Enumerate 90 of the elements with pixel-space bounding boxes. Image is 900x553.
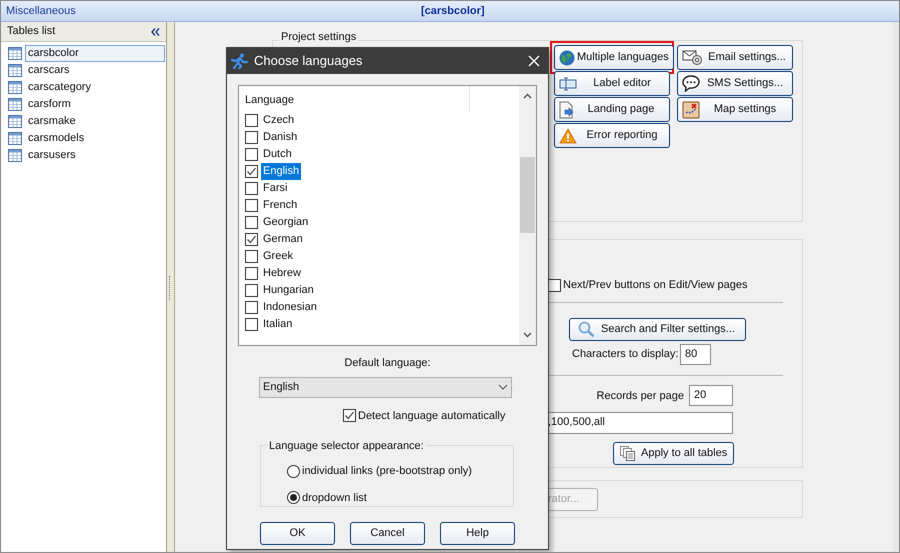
radio-button[interactable] bbox=[287, 491, 300, 504]
radio-label: dropdown list bbox=[302, 490, 367, 506]
language-item[interactable]: Farsi bbox=[261, 180, 290, 197]
language-item[interactable]: Georgian bbox=[261, 214, 310, 231]
table-item[interactable]: carscategory bbox=[25, 79, 165, 96]
language-item[interactable]: Danish bbox=[261, 129, 300, 146]
language-item[interactable]: Italian bbox=[261, 316, 294, 333]
table-item[interactable]: carsmodels bbox=[25, 130, 165, 147]
field-label: Records per page bbox=[596, 388, 684, 404]
checkbox[interactable] bbox=[343, 409, 356, 422]
globe-icon bbox=[559, 50, 575, 66]
language-item[interactable]: Czech bbox=[261, 112, 296, 129]
search-filter-button[interactable]: Search and Filter settings... bbox=[569, 318, 746, 340]
scroll-down-icon[interactable] bbox=[523, 332, 532, 338]
field-label: Characters to display: bbox=[572, 346, 680, 362]
table-icon bbox=[8, 47, 22, 60]
language-item[interactable]: German bbox=[261, 231, 305, 248]
label-editor-icon bbox=[559, 76, 577, 90]
checkbox-label: Detect language automatically bbox=[358, 408, 506, 424]
dialog-button[interactable]: OK bbox=[260, 522, 335, 545]
group-title: Language selector appearance: bbox=[267, 438, 426, 454]
chevron-down-icon bbox=[498, 384, 508, 390]
runner-icon bbox=[231, 53, 248, 69]
group-title: Project settings bbox=[279, 31, 358, 44]
collapse-icon[interactable] bbox=[151, 28, 160, 36]
panel-title: Tables list bbox=[7, 24, 56, 40]
table-icon bbox=[8, 98, 22, 111]
page-title: [carsbcolor] bbox=[421, 4, 485, 19]
field-label: Default language: bbox=[344, 356, 431, 371]
input-field[interactable]: 80 bbox=[680, 344, 711, 364]
radio-button[interactable] bbox=[287, 464, 300, 478]
checkbox[interactable] bbox=[245, 318, 258, 331]
radio-label: individual links (pre-bootstrap only) bbox=[302, 464, 472, 479]
scroll-up-icon[interactable] bbox=[523, 93, 532, 99]
language-item[interactable]: English bbox=[261, 163, 302, 180]
checkbox[interactable] bbox=[245, 250, 258, 263]
language-item[interactable]: French bbox=[261, 197, 300, 214]
checkbox[interactable] bbox=[245, 114, 258, 127]
table-item[interactable]: carsusers bbox=[25, 147, 165, 164]
search-icon bbox=[578, 320, 595, 338]
table-item[interactable]: carsform bbox=[25, 96, 165, 113]
checkbox[interactable] bbox=[245, 182, 258, 195]
checkbox[interactable] bbox=[245, 233, 258, 246]
dialog-button[interactable]: Help bbox=[440, 522, 515, 545]
settings-button[interactable]: Email settings... bbox=[677, 45, 793, 70]
checkbox[interactable] bbox=[245, 216, 258, 229]
dialog-button[interactable]: Cancel bbox=[350, 522, 425, 545]
map-icon bbox=[682, 100, 700, 118]
settings-button[interactable]: SMS Settings... bbox=[677, 71, 793, 96]
language-item[interactable]: Indonesian bbox=[261, 299, 319, 316]
section-title: Miscellaneous bbox=[5, 4, 76, 19]
dialog-title: Choose languages bbox=[254, 52, 364, 70]
table-icon bbox=[8, 149, 22, 162]
copy-icon bbox=[620, 446, 635, 460]
checkbox[interactable] bbox=[548, 278, 561, 292]
settings-button[interactable]: Label editor bbox=[554, 71, 670, 96]
chat-bubble-icon bbox=[682, 75, 700, 92]
checkbox-label: Next/Prev buttons on Edit/View pages bbox=[563, 278, 748, 293]
page-arrow-icon bbox=[559, 100, 575, 118]
input-field[interactable]: 20 bbox=[689, 384, 733, 406]
checkbox[interactable] bbox=[245, 199, 258, 212]
close-icon[interactable] bbox=[528, 55, 540, 67]
checkbox[interactable] bbox=[245, 131, 258, 144]
table-icon bbox=[8, 64, 22, 77]
table-item[interactable]: carscars bbox=[25, 62, 165, 79]
table-icon bbox=[8, 132, 22, 145]
language-item[interactable]: Dutch bbox=[261, 146, 294, 163]
language-dropdown[interactable]: English bbox=[259, 376, 512, 398]
checkbox[interactable] bbox=[245, 301, 258, 314]
warning-icon bbox=[559, 128, 577, 144]
checkbox[interactable] bbox=[245, 284, 258, 297]
language-item[interactable]: Hebrew bbox=[261, 265, 303, 282]
column-header: Language bbox=[239, 86, 470, 112]
language-item[interactable]: Hungarian bbox=[261, 282, 316, 299]
language-item[interactable]: Greek bbox=[261, 248, 295, 265]
input-field[interactable]: ,100,500,all bbox=[548, 412, 733, 434]
table-icon bbox=[8, 81, 22, 94]
settings-button[interactable]: Landing page bbox=[554, 97, 670, 122]
checkbox[interactable] bbox=[245, 148, 258, 161]
settings-button[interactable]: Error reporting bbox=[554, 123, 670, 148]
scroll-thumb[interactable] bbox=[520, 157, 535, 233]
table-icon bbox=[8, 115, 22, 128]
checkbox[interactable] bbox=[245, 165, 258, 178]
apply-button[interactable]: Apply to all tables bbox=[613, 442, 734, 464]
table-item[interactable]: carsmake bbox=[25, 113, 165, 130]
table-item[interactable]: carsbcolor bbox=[25, 45, 165, 62]
checkbox[interactable] bbox=[245, 267, 258, 280]
scrollbar[interactable] bbox=[519, 86, 536, 345]
envelope-gear-icon bbox=[682, 49, 704, 66]
settings-button[interactable]: Map settings bbox=[677, 97, 793, 122]
